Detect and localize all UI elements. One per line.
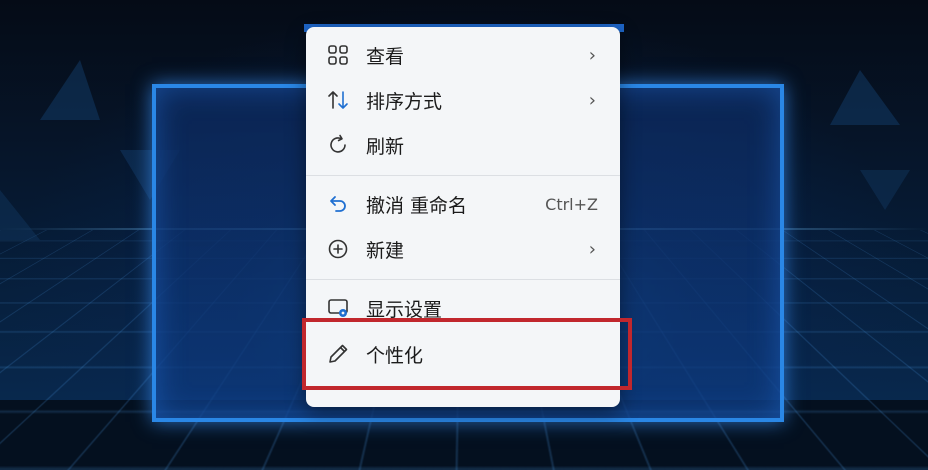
display-settings-icon [326,296,350,320]
wallpaper-triangle [860,170,910,210]
menu-item-label: 查看 [366,45,405,68]
menu-item-new[interactable]: 新建 › [306,227,620,271]
grid-view-icon [326,43,350,67]
menu-item-label: 刷新 [366,135,405,158]
add-circle-icon [326,237,350,261]
menu-item-label: 排序方式 [366,90,443,113]
shortcut-hint: Ctrl+Z [545,194,598,214]
menu-item-view[interactable]: 查看 › [306,33,620,77]
menu-item-label: 撤消 重命名 [366,194,468,217]
chevron-right-icon: › [588,44,596,66]
wallpaper-triangle [40,60,100,120]
highlight-box [302,318,632,390]
menu-item-label: 新建 [366,239,405,262]
menu-separator [306,279,620,280]
chevron-right-icon: › [588,238,596,260]
wallpaper-triangle [830,70,900,125]
wallpaper-triangle [0,190,40,240]
undo-icon [326,192,350,216]
menu-item-refresh[interactable]: 刷新 [306,123,620,167]
chevron-right-icon: › [588,89,596,111]
sort-icon [326,88,350,112]
menu-item-sort-by[interactable]: 排序方式 › [306,78,620,122]
menu-separator [306,175,620,176]
menu-item-undo-rename[interactable]: 撤消 重命名 Ctrl+Z [306,182,620,226]
refresh-icon [326,133,350,157]
